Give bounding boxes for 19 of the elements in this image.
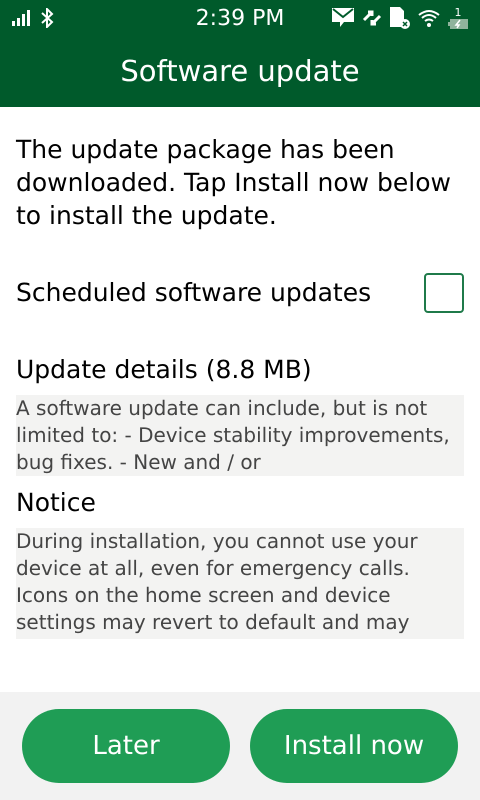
page-title: Software update xyxy=(120,52,360,90)
message-icon xyxy=(332,8,354,28)
checkbox[interactable] xyxy=(424,273,464,313)
clock: 2:39 PM xyxy=(196,4,284,32)
section-heading: Update details (8.8 MB) xyxy=(16,354,313,386)
sim-card-icon xyxy=(390,7,410,29)
message-text: The update package has been downloaded. Tap Install now below to install the update. xyxy=(16,134,452,232)
bluetooth-icon xyxy=(40,8,54,28)
action-button[interactable]: Later xyxy=(22,709,230,783)
wifi-icon xyxy=(418,9,440,27)
action-button[interactable]: Install now xyxy=(250,709,458,783)
battery-icon xyxy=(448,18,468,30)
sync-icon xyxy=(362,8,382,28)
signal-icon xyxy=(12,10,32,26)
battery-level-label: 1 xyxy=(454,6,462,18)
scrollable-text: A software update can include, but is not limited to: - Device stability improvements, bug fixes. - New and / or xyxy=(16,395,464,476)
section-heading: Notice xyxy=(16,487,97,519)
scrollable-text: During installation, you cannot use your device at all, even for emergency calls. Icons on the home screen and device settings may revert to default and may xyxy=(16,528,464,639)
checkbox-label: Scheduled software updates xyxy=(16,277,372,310)
